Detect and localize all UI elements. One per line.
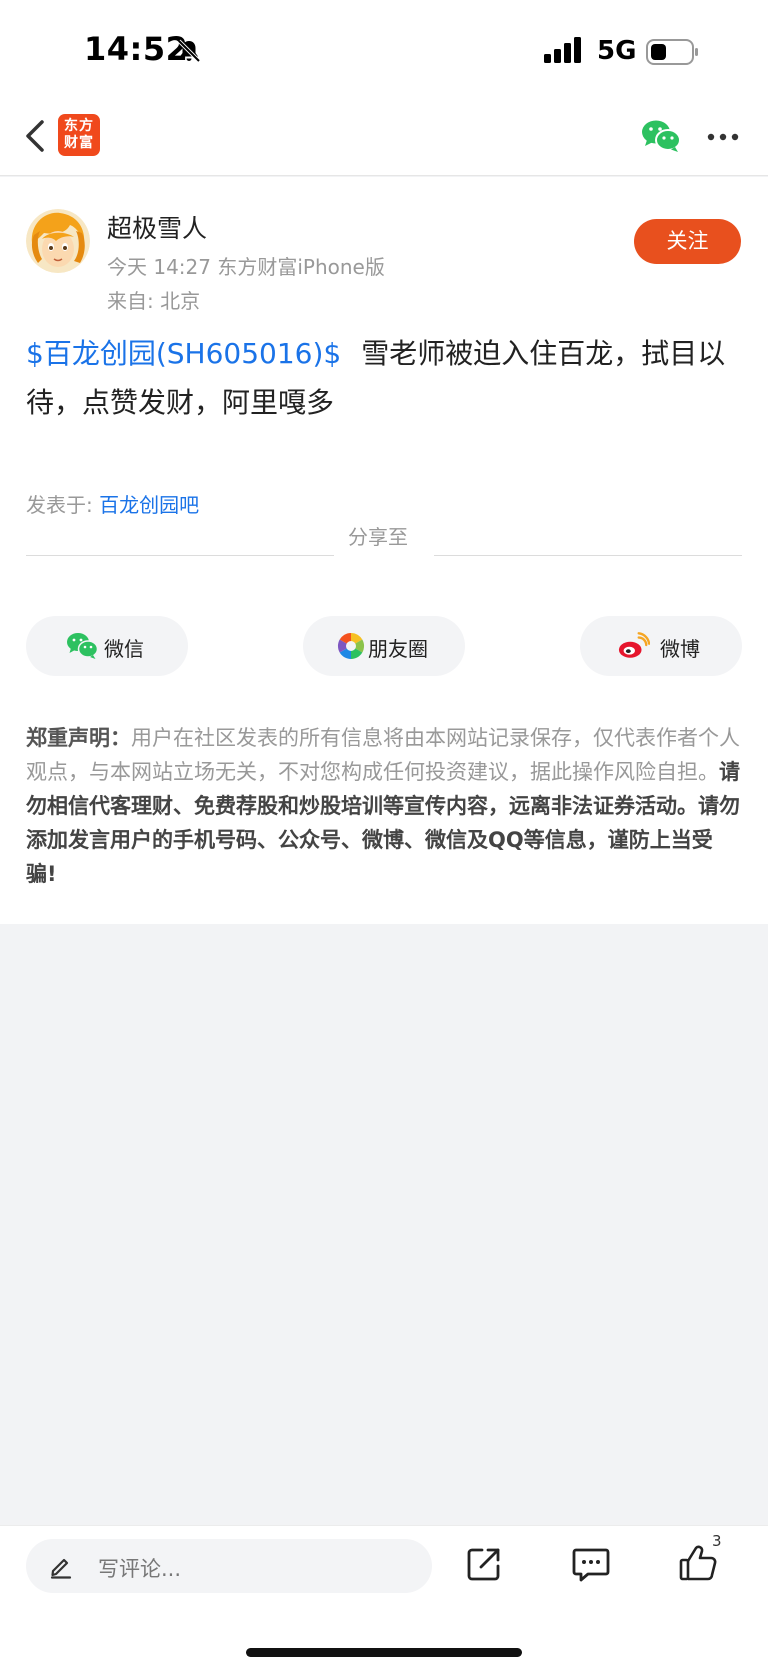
- post-location: 来自: 北京: [107, 289, 201, 313]
- signal-icon: [544, 37, 581, 63]
- post-body: $百龙创园(SH605016)$ 雪老师被迫入住百龙，拭目以待，点赞发财，阿里嘎多: [26, 329, 742, 427]
- app-logo: 东方 财富: [58, 114, 100, 156]
- logo-line-1: 东方: [64, 118, 94, 134]
- forum-bar-link[interactable]: 百龙创园吧: [99, 493, 199, 517]
- post-detail-page: 14:52 5G 东方 财富 超极雪人 今天 14:27 东方财富iPhone版…: [0, 0, 768, 1665]
- posted-in-label: 发表于:: [26, 493, 100, 517]
- back-icon[interactable]: [22, 116, 50, 156]
- pen-icon: [50, 1558, 72, 1579]
- status-time: 14:52: [84, 30, 189, 68]
- comment-placeholder: 写评论...: [98, 1557, 182, 1581]
- weibo-icon: [618, 632, 650, 658]
- comment-icon[interactable]: [572, 1546, 610, 1582]
- wechat-icon[interactable]: [640, 118, 682, 154]
- comment-input[interactable]: 写评论...: [26, 1539, 432, 1593]
- share-wechat-button[interactable]: 微信: [26, 616, 188, 676]
- post-content: 超极雪人 今天 14:27 东方财富iPhone版 来自: 北京 关注 $百龙创…: [0, 177, 768, 924]
- posted-in: 发表于: 百龙创园吧: [26, 489, 199, 518]
- battery-icon: [646, 39, 698, 65]
- stock-tag-link[interactable]: $百龙创园(SH605016)$: [26, 337, 341, 370]
- bottom-action-bar: 写评论... 3: [0, 1525, 768, 1665]
- disclaimer-heading: 郑重声明：: [26, 726, 131, 750]
- share-out-icon[interactable]: [466, 1546, 502, 1582]
- logo-line-2: 财富: [64, 135, 94, 151]
- share-wechat-label: 微信: [104, 637, 144, 661]
- disclaimer-normal-text: 用户在社区发表的所有信息将由本网站记录保存，仅代表作者个人观点，与本网站立场无关…: [26, 726, 740, 784]
- author-name[interactable]: 超极雪人: [107, 209, 207, 245]
- avatar[interactable]: [26, 209, 90, 273]
- like-count: 3: [712, 1532, 722, 1550]
- share-moments-button[interactable]: 朋友圈: [303, 616, 465, 676]
- moments-icon: [337, 632, 365, 660]
- share-weibo-button[interactable]: 微博: [580, 616, 742, 676]
- divider-line-right: [434, 555, 742, 556]
- home-indicator[interactable]: [246, 1648, 522, 1657]
- share-weibo-label: 微博: [660, 637, 700, 661]
- more-icon[interactable]: [706, 132, 740, 142]
- bell-muted-icon: [177, 39, 201, 63]
- top-nav-bar: 东方 财富: [0, 100, 768, 176]
- status-bar: 14:52 5G: [0, 0, 768, 100]
- disclaimer: 郑重声明：用户在社区发表的所有信息将由本网站记录保存，仅代表作者个人观点，与本网…: [26, 721, 742, 891]
- share-divider: [26, 555, 742, 556]
- share-moments-label: 朋友圈: [368, 637, 428, 661]
- follow-button[interactable]: 关注: [634, 219, 741, 264]
- network-type: 5G: [597, 36, 637, 66]
- wechat-icon: [67, 633, 98, 659]
- share-title: 分享至: [348, 525, 408, 549]
- post-time-source: 今天 14:27 东方财富iPhone版: [107, 255, 385, 279]
- divider-line-left: [26, 555, 334, 556]
